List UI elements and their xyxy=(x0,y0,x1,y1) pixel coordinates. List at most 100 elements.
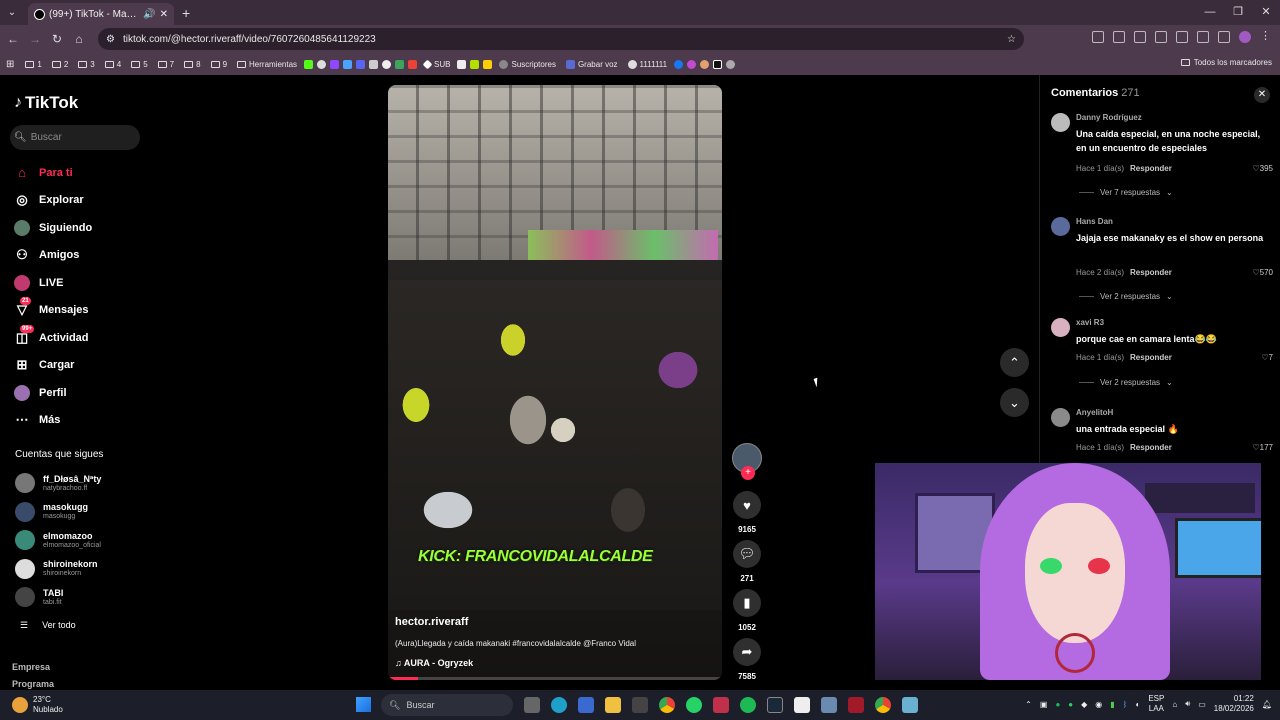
bookmark-icon[interactable] xyxy=(700,59,710,69)
comment-button[interactable]: 💬︎ 271 xyxy=(732,540,762,583)
tab-close-icon[interactable]: ✕ xyxy=(160,9,168,20)
save-button[interactable]: ▮ 1052 xyxy=(732,589,762,632)
sidebar-item-mensajes[interactable]: ▽ 21 Mensajes xyxy=(14,297,92,325)
comment-username[interactable]: xavi R3 xyxy=(1076,318,1104,327)
network-icon[interactable]: ⌂ xyxy=(1172,700,1177,709)
back-button[interactable]: ← xyxy=(2,32,24,46)
chrome-icon[interactable] xyxy=(659,697,675,713)
video-author[interactable]: hector.riveraff xyxy=(395,616,468,628)
app-icon[interactable] xyxy=(902,697,918,713)
taskbar-search[interactable]: 🔍︎ Buscar xyxy=(381,694,513,716)
bookmark-icon[interactable] xyxy=(483,59,493,69)
discord-tray-icon[interactable]: ◉ xyxy=(1095,700,1102,709)
video-progress-bar[interactable] xyxy=(388,677,722,680)
app-icon[interactable] xyxy=(794,697,810,713)
author-avatar[interactable]: + xyxy=(732,443,762,480)
account-item[interactable]: elmomazoo elmomazoo_oficial xyxy=(15,526,101,555)
video-music[interactable]: ♫ AURA - Ogryzek xyxy=(395,658,473,668)
bookmark-folder[interactable]: 7 xyxy=(155,60,177,69)
bookmark-icon[interactable] xyxy=(687,59,697,69)
bookmark-folder[interactable]: Herramientas xyxy=(234,60,300,69)
avatar[interactable] xyxy=(1051,318,1070,337)
extension-icon[interactable] xyxy=(1092,31,1104,43)
tab-search-icon[interactable]: ⌄ xyxy=(0,0,24,25)
app-icon[interactable] xyxy=(713,697,729,713)
reload-button[interactable]: ↻ xyxy=(46,32,68,46)
next-video-button[interactable]: ⌄ xyxy=(1000,388,1029,417)
home-button[interactable]: ⌂ xyxy=(68,32,90,46)
sidebar-item-live[interactable]: LIVE xyxy=(14,269,92,297)
bookmark-folder[interactable]: 3 xyxy=(75,60,97,69)
previous-video-button[interactable]: ⌃ xyxy=(1000,348,1029,377)
bookmark-folder[interactable]: 4 xyxy=(102,60,124,69)
bookmark-icon[interactable] xyxy=(317,59,327,69)
reply-button[interactable]: Responder xyxy=(1130,443,1172,452)
bookmark-star-icon[interactable]: ☆ xyxy=(1007,34,1016,45)
close-window-button[interactable]: ✕ xyxy=(1252,0,1280,25)
account-item[interactable]: masokugg masokugg xyxy=(15,498,101,527)
tray-icon[interactable]: ◆ xyxy=(1081,700,1087,709)
account-item[interactable]: ff_Dłøsâ_Nªty natybrachoo.ff xyxy=(15,469,101,498)
bookmark-icon[interactable] xyxy=(382,59,392,69)
language-indicator[interactable]: ESP LAA xyxy=(1148,694,1164,714)
avatar[interactable] xyxy=(1051,113,1070,132)
search-input[interactable]: 🔍︎ Buscar xyxy=(10,125,140,150)
browser-tab-active[interactable]: (99+) TikTok - Make Your Day 🔊 ✕ xyxy=(28,3,174,25)
tab-audio-icon[interactable]: 🔊 xyxy=(143,9,155,20)
spotify-tray-icon[interactable]: ● xyxy=(1055,700,1060,709)
steam-icon[interactable] xyxy=(767,697,783,713)
see-all-button[interactable]: ☰ Ver todo xyxy=(20,620,76,631)
account-item[interactable]: TABI tabi.fit xyxy=(15,583,101,612)
comment-username[interactable]: AnyelitoH xyxy=(1076,408,1113,417)
tray-chevron-icon[interactable]: ⌃ xyxy=(1025,700,1032,709)
bookmark-icon[interactable] xyxy=(457,59,467,69)
bookmark-folder[interactable]: 5 xyxy=(128,60,150,69)
sidebar-item-mas[interactable]: ⋯ Más xyxy=(14,407,92,435)
site-info-icon[interactable]: ⚙ xyxy=(106,34,115,45)
bookmark-icon[interactable] xyxy=(343,59,353,69)
reply-button[interactable]: Responder xyxy=(1130,268,1172,277)
view-replies-button[interactable]: Ver 2 respuestas ⌄ xyxy=(1079,378,1173,387)
sidebar-item-amigos[interactable]: ⚇ Amigos xyxy=(14,242,92,270)
bookmark-folder[interactable]: 8 xyxy=(181,60,203,69)
view-replies-button[interactable]: Ver 7 respuestas ⌄ xyxy=(1079,188,1173,197)
bookmark-link[interactable]: SUB xyxy=(421,59,453,69)
app-icon[interactable] xyxy=(821,697,837,713)
follow-plus-icon[interactable]: + xyxy=(741,466,755,480)
volume-icon[interactable]: 🔊︎ xyxy=(1185,699,1190,709)
close-comments-button[interactable]: ✕ xyxy=(1254,87,1270,103)
bookmark-link[interactable]: 1111111 xyxy=(625,59,671,69)
video-player[interactable]: KICK: FRANCOVIDALALCALDE hector.riveraff… xyxy=(388,85,722,680)
comment-username[interactable]: Danny Rodríguez xyxy=(1076,113,1142,122)
kick-bookmark-icon[interactable] xyxy=(304,59,314,69)
store-icon[interactable] xyxy=(632,697,648,713)
sidebar-item-explorar[interactable]: ◎ Explorar xyxy=(14,187,92,215)
sidebar-item-para-ti[interactable]: ⌂ Para ti xyxy=(14,159,92,187)
sidebar-item-cargar[interactable]: ⊞ Cargar xyxy=(14,352,92,380)
extension-icon[interactable] xyxy=(1113,31,1125,43)
bookmark-icon[interactable] xyxy=(726,59,736,69)
gmail-bookmark-icon[interactable] xyxy=(408,59,418,69)
like-button[interactable]: ♥ 9165 xyxy=(732,491,762,534)
app-icon[interactable] xyxy=(848,697,864,713)
tray-icon[interactable]: ▣ xyxy=(1040,700,1048,709)
share-button[interactable]: ➦ 7585 xyxy=(732,638,762,681)
clock[interactable]: 01:22 18/02/2026 xyxy=(1214,694,1254,714)
comment-like-button[interactable]: ♡395 xyxy=(1252,164,1273,173)
bookmark-folder[interactable]: 9 xyxy=(208,60,230,69)
view-replies-button[interactable]: Ver 2 respuestas ⌄ xyxy=(1079,292,1173,301)
spotify-icon[interactable] xyxy=(740,697,756,713)
comment-like-button[interactable]: ♡7 xyxy=(1261,353,1273,362)
forward-button[interactable]: → xyxy=(24,32,46,46)
windows-start-icon[interactable] xyxy=(356,697,371,712)
extension-icon[interactable] xyxy=(1155,31,1167,43)
sidebar-item-siguiendo[interactable]: Siguiendo xyxy=(14,214,92,242)
discord-bookmark-icon[interactable] xyxy=(356,59,366,69)
bookmark-folder[interactable]: 2 xyxy=(49,60,71,69)
bookmark-icon[interactable] xyxy=(369,59,379,69)
notification-icon[interactable]: 🔔︎ xyxy=(1262,700,1272,709)
extension-icon[interactable] xyxy=(1197,31,1209,43)
tiktok-bookmark-icon[interactable] xyxy=(713,59,723,69)
twitch-bookmark-icon[interactable] xyxy=(330,59,340,69)
sidebar-item-actividad[interactable]: ◫ 99+ Actividad xyxy=(14,324,92,352)
